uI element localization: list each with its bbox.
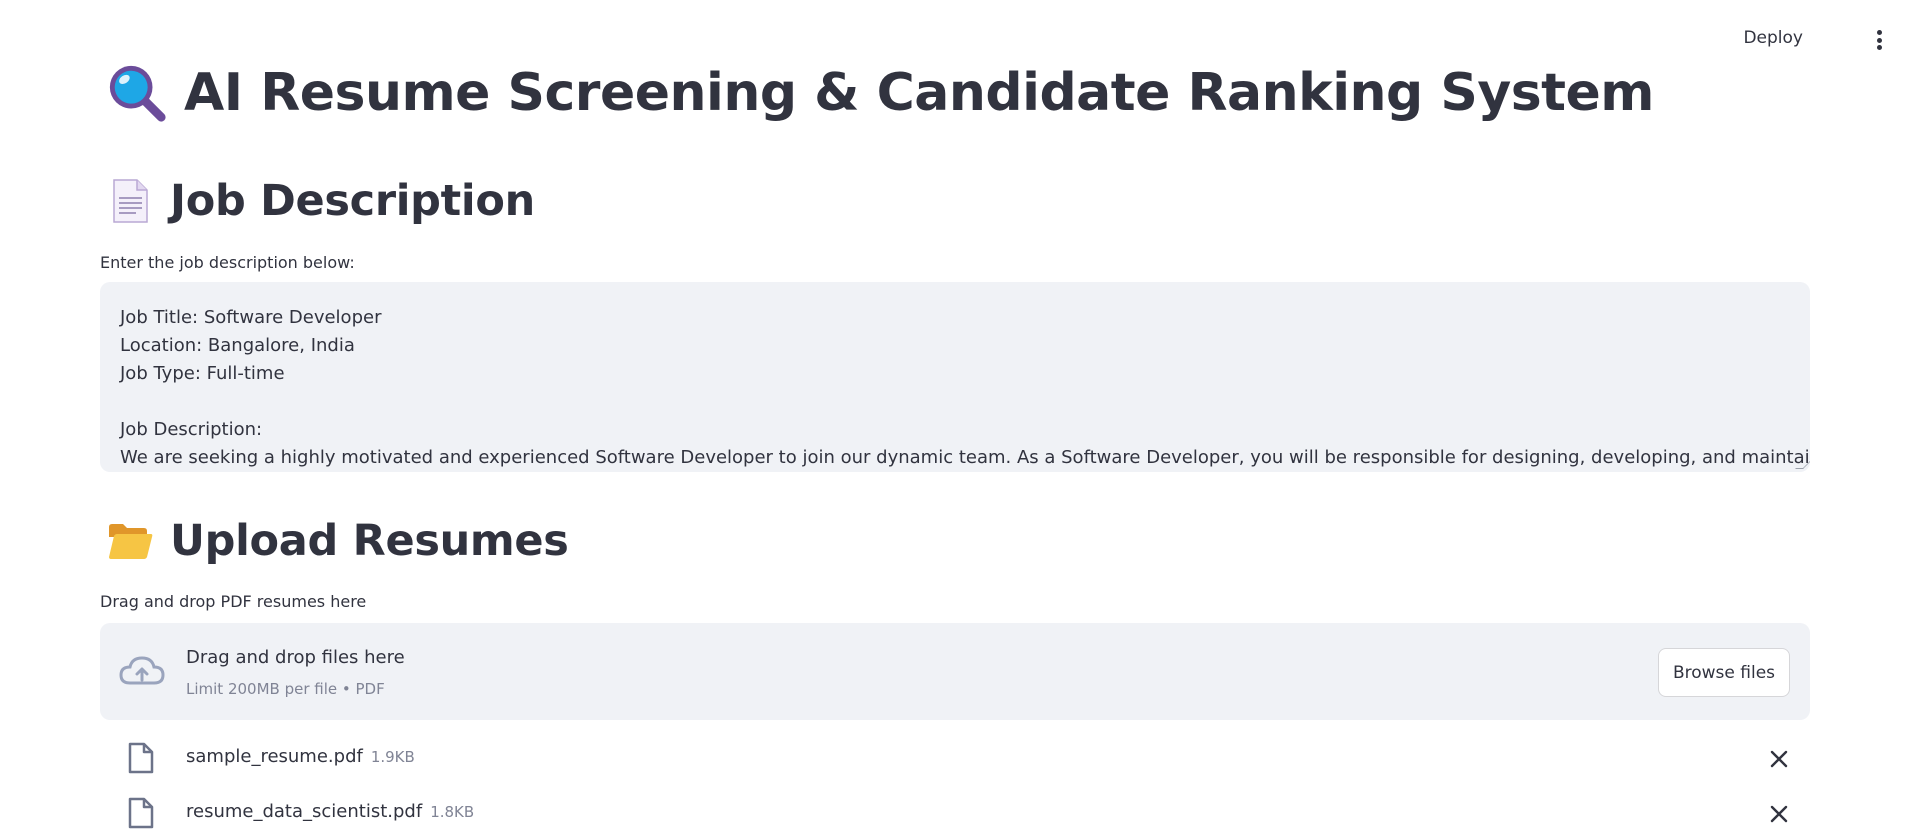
file-size: 1.8KB	[430, 803, 475, 821]
cloud-upload-icon	[119, 656, 165, 685]
page-header: AI Resume Screening & Candidate Ranking …	[106, 62, 1655, 124]
job-description-label: Enter the job description below:	[100, 253, 355, 272]
upload-label: Drag and drop PDF resumes here	[100, 592, 367, 611]
file-size: 1.9KB	[370, 748, 415, 766]
textarea-line: We are seeking a highly motivated and ex…	[120, 447, 1810, 468]
magnifying-glass-icon	[109, 65, 166, 122]
uploaded-file-row: sample_resume.pdf 1.9KB	[100, 740, 1810, 780]
file-name: resume_data_scientist.pdf	[186, 801, 423, 822]
close-icon[interactable]	[1768, 803, 1790, 825]
page-title: AI Resume Screening & Candidate Ranking …	[184, 63, 1655, 123]
close-icon[interactable]	[1768, 748, 1790, 770]
section-title-job-description: Job Description	[170, 176, 535, 226]
section-title-upload-resumes: Upload Resumes	[170, 516, 569, 566]
textarea-line: Location: Bangalore, India	[120, 335, 355, 356]
upload-resumes-heading-row: Upload Resumes	[106, 516, 569, 566]
file-icon	[128, 742, 154, 774]
job-description-textarea[interactable]: Job Title: Software Developer Location: …	[100, 282, 1810, 472]
textarea-line	[120, 388, 1790, 416]
uploaded-file-row: resume_data_scientist.pdf 1.8KB	[100, 795, 1810, 835]
browse-files-button[interactable]: Browse files	[1658, 648, 1790, 697]
file-name: sample_resume.pdf	[186, 746, 363, 767]
textarea-line: Job Title: Software Developer	[120, 307, 382, 328]
file-dropzone[interactable]: Drag and drop files here Limit 200MB per…	[100, 623, 1810, 720]
job-description-heading-row: Job Description	[106, 176, 535, 226]
open-folder-icon	[109, 524, 153, 559]
dropzone-limit-text: Limit 200MB per file • PDF	[186, 680, 385, 698]
kebab-menu-icon[interactable]	[1877, 30, 1883, 50]
textarea-line: Job Description:	[120, 419, 263, 440]
file-icon	[128, 797, 154, 829]
deploy-button[interactable]: Deploy	[1743, 28, 1803, 48]
dropzone-title: Drag and drop files here	[186, 647, 405, 668]
page-document-icon	[113, 179, 148, 223]
textarea-line: Job Type: Full-time	[120, 363, 285, 384]
